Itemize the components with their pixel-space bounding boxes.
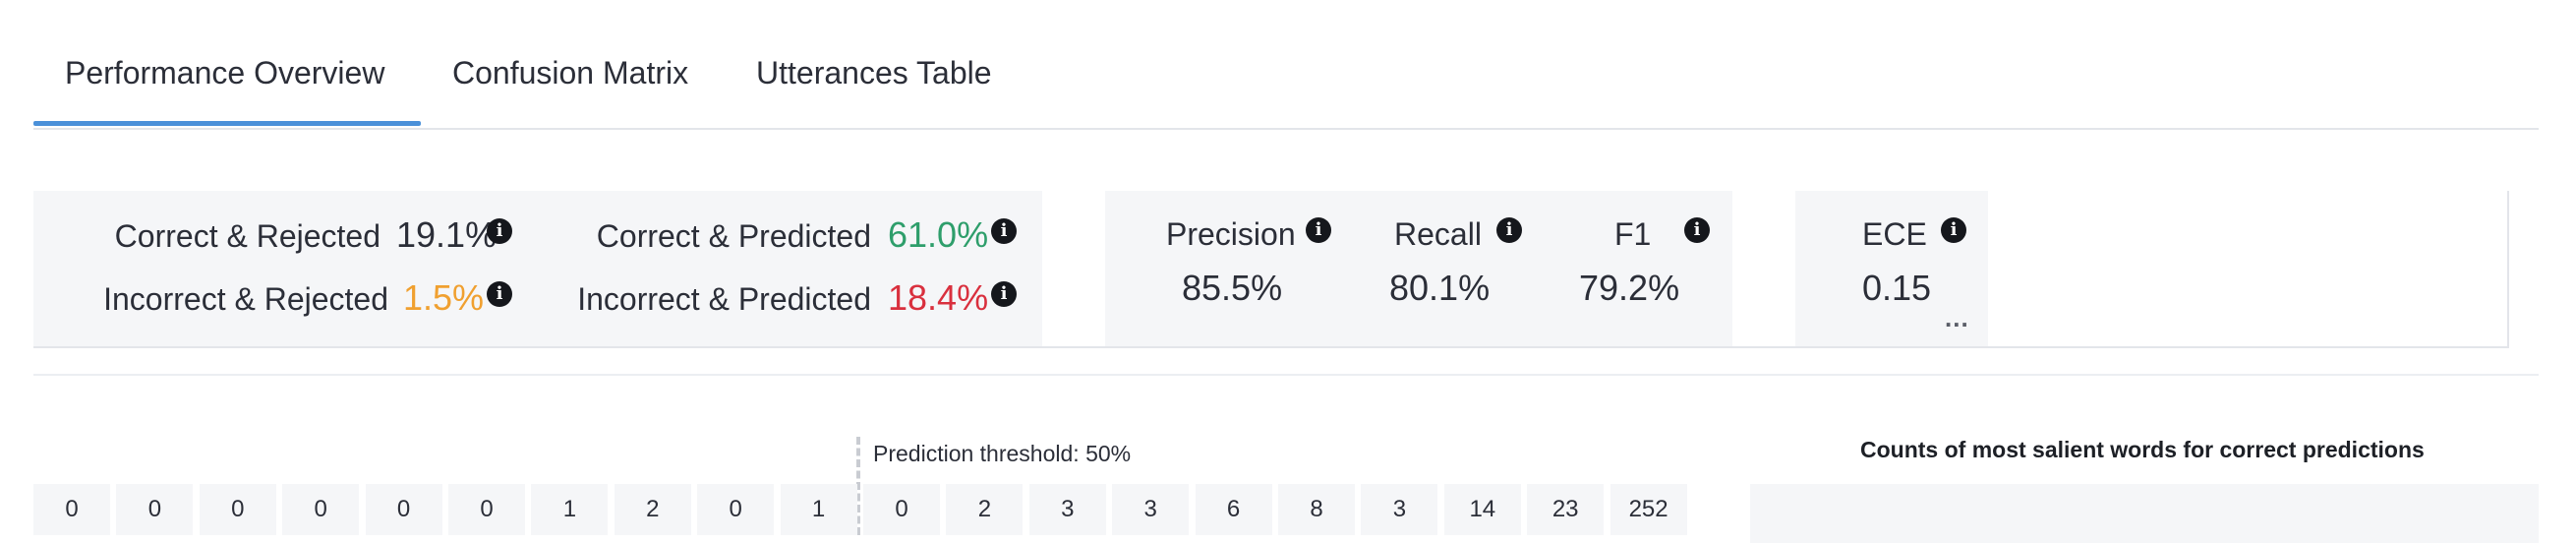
score-bin[interactable]: 3 — [1028, 484, 1106, 535]
score-bin[interactable]: 0 — [116, 484, 194, 535]
prediction-threshold-label: Prediction threshold: 50% — [873, 441, 1132, 466]
score-bin[interactable]: 2 — [946, 484, 1024, 535]
ece-label: ECE — [1862, 216, 1927, 252]
correct-predicted-value: 61.0% — [888, 214, 989, 255]
score-bin[interactable]: 0 — [365, 484, 442, 535]
tab-bar: Performance Overview Confusion Matrix Ut… — [33, 0, 2539, 130]
tab-performance-overview[interactable]: Performance Overview — [65, 55, 384, 91]
score-bin[interactable]: 252 — [1610, 484, 1687, 535]
active-tab-indicator — [33, 121, 421, 126]
score-bin[interactable]: 1 — [780, 484, 857, 535]
salient-words-panel — [1750, 484, 2539, 543]
incorrect-rejected-label: Incorrect & Rejected — [103, 281, 388, 317]
score-bin[interactable]: 0 — [863, 484, 940, 535]
salient-words-title: Counts of most salient words for correct… — [1860, 437, 2425, 462]
f1-value: 79.2% — [1579, 268, 1680, 308]
info-icon[interactable]: i — [1306, 217, 1331, 243]
score-bin[interactable]: 0 — [199, 484, 276, 535]
score-bin[interactable]: 2 — [614, 484, 691, 535]
info-icon[interactable]: i — [1496, 217, 1522, 243]
info-icon[interactable]: i — [487, 281, 512, 307]
precision-label: Precision — [1166, 216, 1296, 252]
score-bin[interactable]: 1 — [531, 484, 609, 535]
ece-value: 0.15 — [1862, 268, 1932, 308]
recall-label: Recall — [1394, 216, 1482, 252]
incorrect-predicted-value: 18.4% — [888, 277, 989, 318]
info-icon[interactable]: i — [1684, 217, 1710, 243]
score-bin[interactable]: 6 — [1195, 484, 1272, 535]
score-bin[interactable]: 0 — [282, 484, 360, 535]
correct-predicted-label: Correct & Predicted — [596, 218, 871, 254]
score-bin[interactable]: 14 — [1443, 484, 1521, 535]
score-bin[interactable]: 3 — [1361, 484, 1438, 535]
score-bin[interactable]: 23 — [1527, 484, 1605, 535]
f1-label: F1 — [1614, 216, 1652, 252]
info-icon[interactable]: i — [991, 281, 1017, 307]
info-icon[interactable]: i — [1941, 217, 1966, 243]
score-bin[interactable]: 0 — [448, 484, 525, 535]
section-divider — [33, 346, 2539, 376]
prediction-threshold-line[interactable] — [856, 437, 860, 535]
recall-value: 80.1% — [1389, 268, 1491, 308]
score-bin[interactable]: 0 — [33, 484, 110, 535]
score-bin[interactable]: 8 — [1278, 484, 1355, 535]
score-bin[interactable]: 0 — [697, 484, 775, 535]
precision-value: 85.5% — [1182, 268, 1283, 308]
tab-utterances-table[interactable]: Utterances Table — [756, 55, 992, 91]
tab-confusion-matrix[interactable]: Confusion Matrix — [452, 55, 688, 91]
score-bin[interactable]: 3 — [1112, 484, 1190, 535]
correct-rejected-label: Correct & Rejected — [114, 218, 381, 254]
info-icon[interactable]: i — [991, 218, 1017, 244]
correct-rejected-value: 19.1% — [396, 214, 498, 255]
info-icon[interactable]: i — [487, 218, 512, 244]
more-horizontal-icon[interactable]: ... — [1945, 303, 1969, 333]
incorrect-predicted-label: Incorrect & Predicted — [577, 281, 871, 317]
incorrect-rejected-value: 1.5% — [403, 277, 485, 318]
